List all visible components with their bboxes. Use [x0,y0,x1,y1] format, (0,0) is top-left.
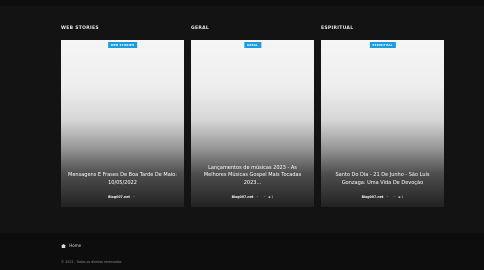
post-meta: Blog007.net • [61,195,184,199]
meta-separator: • [263,195,266,199]
section-heading[interactable]: WEB STORIES [61,24,184,34]
meta-separator: • [256,195,259,199]
meta-separator: • [132,195,135,199]
post-author[interactable]: Blog007.net [362,195,384,199]
post-title[interactable]: Mensagens E Frases De Boa Tarde De Maio:… [67,172,178,187]
section-web-stories: WEB STORIES WEB STORIES Mensagens E Fras… [61,24,184,207]
footer [0,233,484,270]
footer-home-label[interactable]: Home [69,243,81,248]
meta-separator: • [393,195,396,199]
section-heading[interactable]: GERAL [191,24,314,34]
post-author[interactable]: Blog007.net [108,195,130,199]
section-heading[interactable]: ESPIRITUAL [321,24,444,34]
section-espiritual: ESPIRITUAL ESPIRITUAL Santo Do Dia - 21 … [321,24,444,207]
post-title[interactable]: Santo Do Dia - 21 De Junho - São Luís Go… [327,172,438,187]
comment-count[interactable]: 1 [401,195,403,199]
post-meta: Blog007.net • • ▪ 1 [321,195,444,199]
category-badge[interactable]: GERAL [243,42,262,48]
meta-separator: • [386,195,389,199]
category-badge[interactable]: ESPIRITUAL [369,42,396,48]
section-geral: GERAL GERAL Lançamentos de músicas 2023 … [191,24,314,207]
post-author[interactable]: Blog007.net [232,195,254,199]
post-card[interactable]: ESPIRITUAL Santo Do Dia - 21 De Junho - … [321,40,444,207]
post-card[interactable]: GERAL Lançamentos de músicas 2023 - As M… [191,40,314,207]
post-meta: Blog007.net • • ▪ 1 [191,195,314,199]
footer-home-link[interactable]: Home [61,243,81,248]
footer-copyright: © 2023 - Todos os direitos reservados [61,260,122,264]
top-bar [0,0,484,6]
home-icon [61,244,66,248]
post-title[interactable]: Lançamentos de músicas 2023 - As Melhore… [197,165,308,187]
post-card[interactable]: WEB STORIES Mensagens E Frases De Boa Ta… [61,40,184,207]
comment-count[interactable]: 1 [271,195,273,199]
category-badge[interactable]: WEB STORIES [107,42,138,48]
